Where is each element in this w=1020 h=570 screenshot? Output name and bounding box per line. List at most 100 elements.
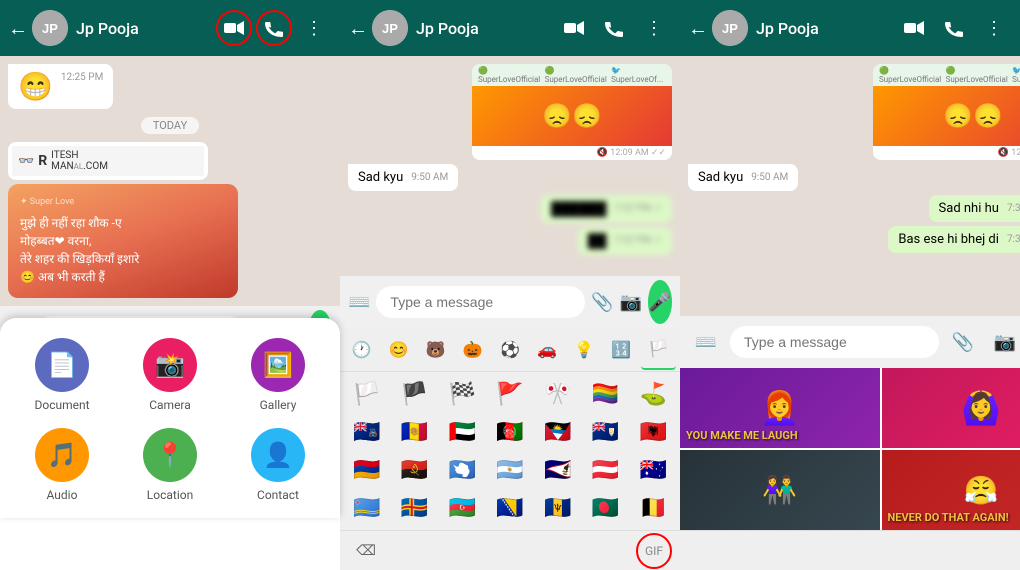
svg-text:JP: JP — [42, 21, 58, 36]
back-button-p2[interactable]: ← — [348, 16, 368, 41]
emoji-tab-smiley[interactable]: 😊 — [381, 330, 416, 370]
attach-button-p2[interactable]: 📎 — [591, 284, 613, 320]
gif-dark-content: 👫 — [680, 450, 880, 530]
gif-laugh-text: YOU MAKE ME LAUGH — [686, 429, 798, 442]
sent-text-2: Bas ese hi bhej di — [898, 232, 999, 247]
flag-ai[interactable]: 🇦🇮 — [583, 414, 629, 450]
voice-call-button-p2[interactable] — [596, 10, 632, 46]
video-call-button-p2[interactable] — [556, 10, 592, 46]
location-icon: 📍 — [143, 428, 197, 482]
flag-crossed[interactable]: 🎌 — [535, 376, 581, 412]
flag-ba[interactable]: 🇧🇦 — [487, 490, 533, 526]
flag-red[interactable]: 🚩 — [487, 376, 533, 412]
flag-golf[interactable]: ⛳ — [630, 376, 676, 412]
flag-ar[interactable]: 🇦🇷 — [487, 452, 533, 488]
chat-area-p2: 🟢 SuperLoveOfficial🟢 SuperLoveOfficial🐦 … — [340, 56, 680, 276]
gallery-icon: 🖼️ — [251, 338, 305, 392]
attachment-overlay: 📄 Document 📸 Camera 🖼️ Gallery 🎵 Audio 📍 — [0, 318, 340, 518]
emoji-tab-flags[interactable]: 🏳️ — [641, 330, 676, 370]
emoji-tab-sports[interactable]: ⚽ — [492, 330, 527, 370]
flag-ag[interactable]: 🇦🇬 — [535, 414, 581, 450]
gif-never[interactable]: 😤 NEVER DO THAT AGAIN! — [882, 450, 1020, 530]
flag-ae[interactable]: 🇦🇪 — [439, 414, 485, 450]
flag-af[interactable]: 🇦🇫 — [487, 414, 533, 450]
input-bar-p3: ⌨️ 📎 📷 🎤 — [680, 316, 1020, 368]
header-panel1: ← JP Jp Pooja ⋮ — [0, 0, 340, 56]
panel1: 😁 12:25 PM TODAY 👓 R ITESHMANAL.COM ✦ — [0, 56, 340, 570]
flag-aw[interactable]: 🇦🇼 — [344, 490, 390, 526]
header-panel2: ← JP Jp Pooja ⋮ — [340, 0, 680, 56]
sent-img-msg-p3: 🟢 SuperLoveOfficial🟢 SuperLoveOfficial🐦 … — [688, 64, 1020, 160]
message-input-p2[interactable] — [376, 286, 585, 318]
flag-ax[interactable]: 🇦🇽 — [392, 490, 438, 526]
header-actions-p2: ⋮ — [556, 10, 672, 46]
voice-call-button-p1[interactable] — [256, 10, 292, 46]
contact-name-p2: Jp Pooja — [416, 19, 556, 38]
mic-button-p2[interactable]: 🎤 — [648, 280, 672, 324]
svg-text:JP: JP — [382, 21, 398, 36]
message-input-p3[interactable] — [730, 326, 939, 358]
more-menu-p1[interactable]: ⋮ — [296, 10, 332, 46]
keyboard-button-p2[interactable]: ⌨️ — [348, 284, 370, 320]
date-divider: TODAY — [141, 117, 199, 134]
flag-white[interactable]: 🏳️ — [344, 376, 390, 412]
more-menu-p3[interactable]: ⋮ — [976, 10, 1012, 46]
flag-bb[interactable]: 🇧🇧 — [535, 490, 581, 526]
flag-az[interactable]: 🇦🇿 — [439, 490, 485, 526]
keyboard-button-p3[interactable]: ⌨️ — [688, 324, 724, 360]
flag-at[interactable]: 🇦🇹 — [583, 452, 629, 488]
back-button-p1[interactable]: ← — [8, 16, 28, 41]
emoji-tab-animals[interactable]: 🐻 — [418, 330, 453, 370]
flag-be[interactable]: 🇧🇪 — [630, 490, 676, 526]
attach-contact[interactable]: 👤 Contact — [251, 428, 305, 502]
flag-checkered[interactable]: 🏁 — [439, 376, 485, 412]
back-button-p3[interactable]: ← — [688, 16, 708, 41]
video-call-button-p1[interactable] — [216, 10, 252, 46]
delete-icon[interactable]: ⌫ — [348, 533, 384, 569]
flag-au[interactable]: 🇦🇺 — [630, 452, 676, 488]
gif-dark[interactable]: 👫 — [680, 450, 880, 530]
msg-blurred-1: ██████ 7:32 PM ✓ — [541, 195, 672, 223]
gif-arms[interactable]: 🙆‍♀️ — [882, 368, 1020, 448]
emoji-tab-numbers[interactable]: 🔢 — [604, 330, 639, 370]
attach-location[interactable]: 📍 Location — [143, 428, 197, 502]
gif-button-p2[interactable]: GIF — [636, 533, 672, 569]
contact-name-p3: Jp Pooja — [756, 19, 896, 38]
blog-card: 👓 R ITESHMANAL.COM — [8, 142, 208, 180]
flag-ao[interactable]: 🇦🇴 — [392, 452, 438, 488]
flag-ad[interactable]: 🇦🇩 — [392, 414, 438, 450]
flag-am[interactable]: 🇦🇲 — [344, 452, 390, 488]
flag-ac[interactable]: 🇦🇨 — [344, 414, 390, 450]
avatar-p3: JP — [712, 10, 748, 46]
flag-rainbow[interactable]: 🏳️‍🌈 — [583, 376, 629, 412]
emoji-tab-symbols[interactable]: 💡 — [567, 330, 602, 370]
camera-button-p3[interactable]: 📷 — [987, 324, 1020, 360]
gif-laugh[interactable]: 👩‍🦰 YOU MAKE ME LAUGH — [680, 368, 880, 448]
sad-kyu-p3: Sad kyu 9:50 AM — [688, 164, 1020, 191]
flag-bd[interactable]: 🇧🇩 — [583, 490, 629, 526]
flag-black[interactable]: 🏴 — [392, 376, 438, 412]
chat-area-p1: 😁 12:25 PM TODAY 👓 R ITESHMANAL.COM ✦ — [0, 56, 340, 306]
header-panel3: ← JP Jp Pooja ⋮ — [680, 0, 1020, 56]
emoji-bottom-bar: ⌫ GIF — [340, 530, 680, 570]
attach-audio[interactable]: 🎵 Audio — [35, 428, 89, 502]
attach-camera[interactable]: 📸 Camera — [143, 338, 197, 412]
msg-sent-2-p3: Bas ese hi bhej di 7:32 PM ✓✓ — [888, 226, 1020, 253]
flag-aq[interactable]: 🇦🇶 — [439, 452, 485, 488]
emoji-tab-travel[interactable]: 🚗 — [530, 330, 565, 370]
flag-as[interactable]: 🇦🇸 — [535, 452, 581, 488]
img-msg-time-p2: 🔇 12:09 AM ✓✓ — [472, 146, 672, 160]
emoji-tab-recent[interactable]: 🕐 — [344, 330, 379, 370]
gif-grid: 👩‍🦰 YOU MAKE ME LAUGH 🙆‍♀️ 👫 😤 — [680, 368, 1020, 530]
emoji-tab-objects[interactable]: 🎃 — [455, 330, 490, 370]
gif-never-content: 😤 NEVER DO THAT AGAIN! — [882, 450, 1020, 530]
camera-button-p2[interactable]: 📷 — [620, 284, 642, 320]
attach-document[interactable]: 📄 Document — [34, 338, 89, 412]
voice-call-button-p3[interactable] — [936, 10, 972, 46]
more-menu-p2[interactable]: ⋮ — [636, 10, 672, 46]
attach-gallery[interactable]: 🖼️ Gallery — [251, 338, 305, 412]
audio-label: Audio — [47, 488, 78, 502]
attach-button-p3[interactable]: 📎 — [945, 324, 981, 360]
video-call-button-p3[interactable] — [896, 10, 932, 46]
flag-al[interactable]: 🇦🇱 — [630, 414, 676, 450]
